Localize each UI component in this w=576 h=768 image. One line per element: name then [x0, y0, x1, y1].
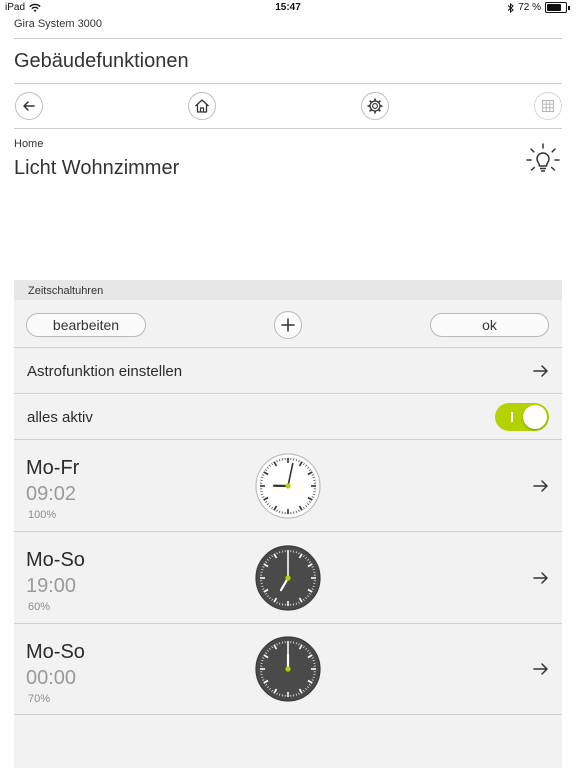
toggle-knob — [523, 405, 547, 429]
status-right: 72 % — [507, 2, 570, 13]
divider — [14, 38, 562, 39]
plus-icon — [281, 318, 295, 332]
settings-button[interactable] — [361, 92, 389, 120]
divider — [14, 83, 562, 84]
clock-center — [285, 666, 291, 672]
timer-days: Mo-So — [26, 549, 85, 571]
app-title: Gira System 3000 — [14, 18, 103, 30]
back-button[interactable] — [15, 92, 43, 120]
ok-button[interactable]: ok — [430, 313, 549, 337]
all-active-row: alles aktiv — [14, 394, 562, 439]
battery-icon — [545, 2, 567, 13]
battery-tip — [568, 5, 570, 10]
light-bulb-icon — [526, 143, 560, 172]
timer-row[interactable]: Mo-So 19:00 60% — [14, 532, 562, 623]
astro-function-label: Astrofunktion einstellen — [27, 363, 183, 380]
clock-center — [285, 483, 291, 489]
gear-icon — [367, 98, 383, 114]
all-active-label: alles aktiv — [27, 409, 93, 426]
timer-percent: 70% — [28, 693, 51, 705]
home-icon — [195, 99, 209, 113]
device-title: Licht Wohnzimmer — [14, 157, 180, 179]
clock-icon — [255, 545, 321, 611]
clock-icon — [255, 453, 321, 519]
astro-function-row[interactable]: Astrofunktion einstellen — [14, 348, 562, 393]
timer-time: 09:02 — [26, 483, 77, 505]
clock-icon — [255, 636, 321, 702]
clock-time: 15:47 — [275, 2, 301, 13]
section-title: Zeitschaltuhren — [28, 285, 104, 297]
timer-time: 19:00 — [26, 575, 77, 597]
edit-button[interactable]: bearbeiten — [26, 313, 146, 337]
home-button[interactable] — [188, 92, 216, 120]
timer-time: 00:00 — [26, 667, 77, 689]
arrow-right-icon — [533, 572, 548, 584]
breadcrumb: Home — [14, 138, 44, 150]
divider — [14, 128, 562, 129]
grid-button[interactable] — [534, 92, 562, 120]
arrow-right-icon — [533, 365, 548, 377]
status-bar: iPad 15:47 72 % — [0, 0, 576, 16]
timer-row[interactable]: Mo-Fr 09:02 100% — [14, 440, 562, 531]
timer-percent: 60% — [28, 601, 51, 613]
arrow-right-icon — [533, 663, 548, 675]
timer-days: Mo-So — [26, 641, 85, 663]
timer-days: Mo-Fr — [26, 457, 80, 479]
toggle-on-mark — [511, 412, 513, 422]
page-title: Gebäudefunktionen — [14, 50, 189, 72]
section-header: Zeitschaltuhren — [14, 280, 562, 300]
arrow-right-icon — [533, 480, 548, 492]
clock-center — [285, 575, 291, 581]
arrow-left-icon — [23, 101, 35, 111]
divider — [14, 714, 562, 715]
bluetooth-icon — [507, 2, 514, 13]
timer-row[interactable]: Mo-So 00:00 70% — [14, 624, 562, 714]
all-active-toggle[interactable] — [495, 403, 549, 431]
battery-percent: 72 % — [518, 2, 541, 13]
add-timer-button[interactable] — [274, 311, 302, 339]
timer-percent: 100% — [28, 509, 57, 521]
grid-icon — [541, 99, 555, 113]
